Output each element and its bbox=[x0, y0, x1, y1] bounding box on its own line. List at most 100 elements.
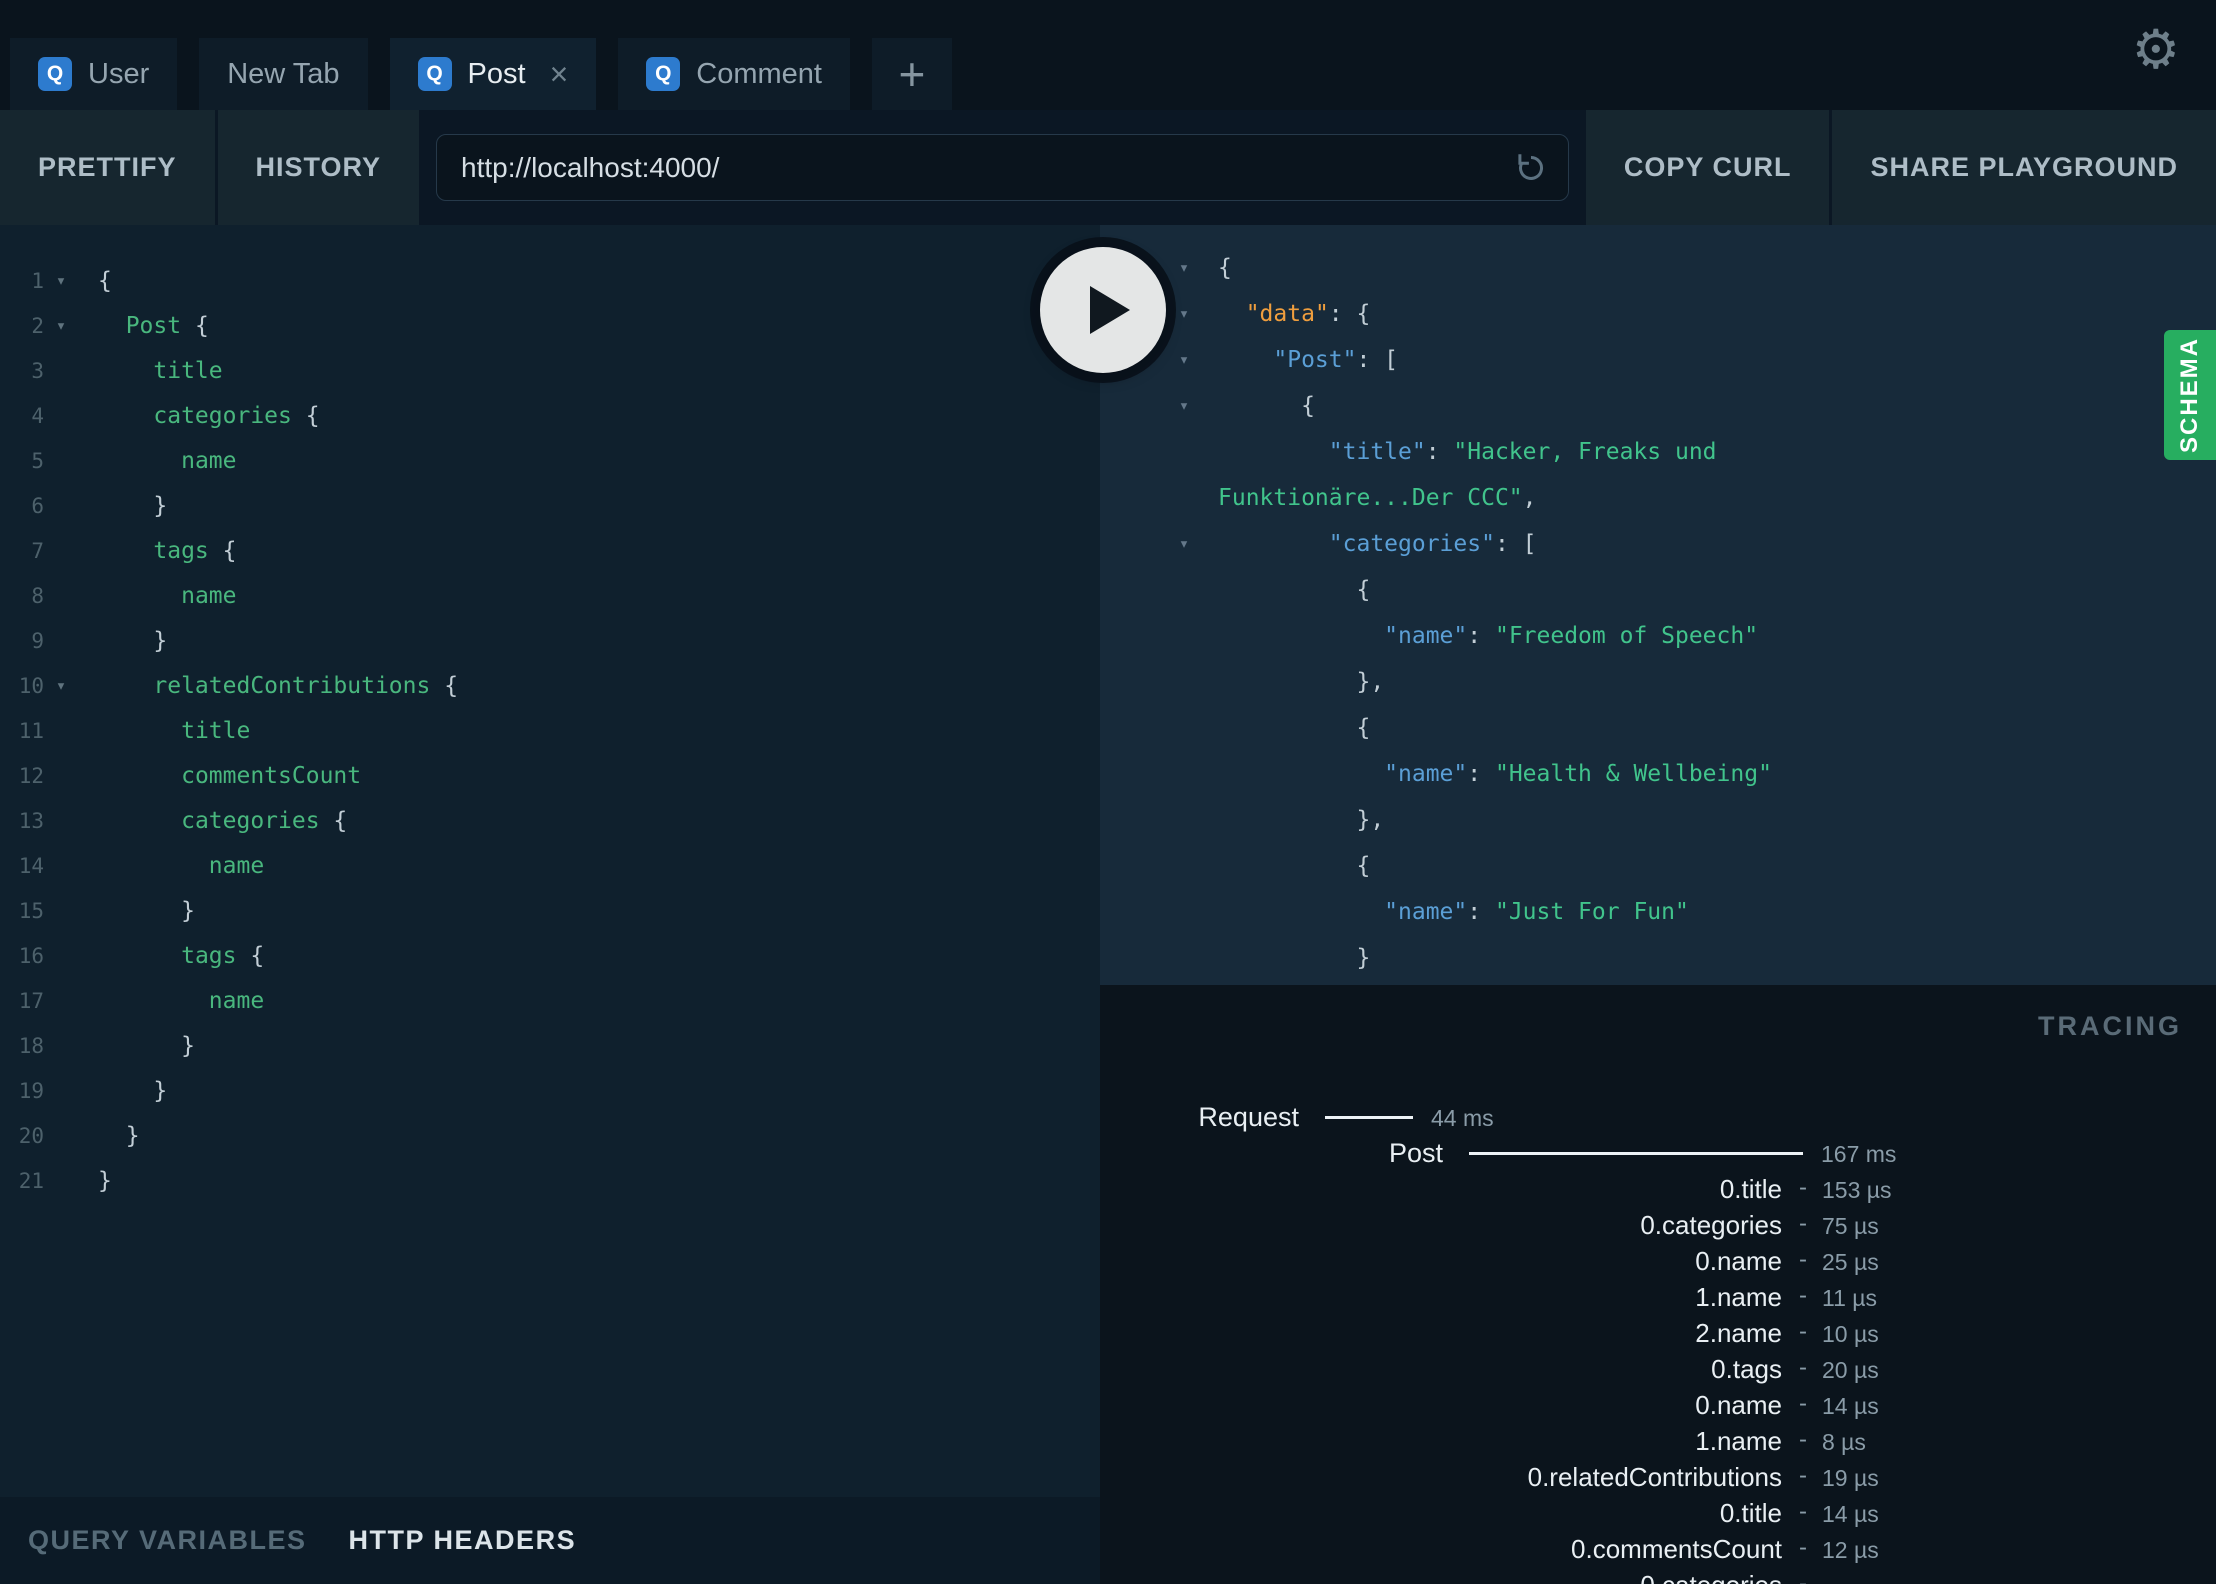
code-text: tags { bbox=[181, 943, 265, 969]
code-line: } bbox=[1100, 935, 2216, 981]
code-line: 15 } bbox=[0, 889, 1100, 934]
fold-gutter bbox=[1164, 429, 1204, 475]
tracing-rows: Request 44 ms Post 167 ms 0.title -153 µs 0.ca… bbox=[1100, 1099, 2216, 1584]
line-number: 20 bbox=[18, 1124, 44, 1148]
fold-gutter bbox=[1164, 797, 1204, 843]
trace-span-row: 1.name -8 µs bbox=[1100, 1423, 2216, 1459]
endpoint-url-input[interactable] bbox=[436, 134, 1569, 201]
fold-gutter bbox=[1164, 751, 1204, 797]
fold-arrow-icon[interactable]: ▾ bbox=[44, 304, 78, 349]
code-text: } bbox=[98, 1168, 112, 1194]
code-line: "name": "Freedom of Speech" bbox=[1100, 613, 2216, 659]
code-line: ▾ { bbox=[1100, 383, 2216, 429]
schema-side-tab[interactable]: SCHEMA bbox=[2164, 330, 2216, 460]
code-line: }, bbox=[1100, 797, 2216, 843]
trace-span-duration: 75 µs bbox=[1822, 1213, 1879, 1239]
fold-arrow-icon[interactable]: ▾ bbox=[1164, 337, 1204, 383]
code-text: } bbox=[98, 1033, 195, 1059]
settings-gear-icon[interactable]: ⚙ bbox=[2132, 18, 2180, 81]
code-text: tags { bbox=[153, 538, 237, 564]
code-text: relatedContributions { bbox=[153, 673, 459, 699]
fold-arrow-icon[interactable]: ▾ bbox=[1164, 521, 1204, 567]
fold-gutter bbox=[44, 1069, 78, 1114]
trace-timeline-bar bbox=[1469, 1152, 1803, 1155]
fold-arrow-icon[interactable]: ▾ bbox=[1164, 245, 1204, 291]
query-editor[interactable]: 1 ▾{2 ▾ Post {3 title 4 categories {5 name 6… bbox=[0, 225, 1100, 1497]
code-text: categories { bbox=[181, 808, 348, 834]
prettify-button[interactable]: PRETTIFY bbox=[0, 110, 215, 225]
code-text: } bbox=[98, 898, 195, 924]
copy-curl-button[interactable]: COPY CURL bbox=[1585, 110, 1830, 225]
line-number: 7 bbox=[31, 539, 44, 563]
code-text: } bbox=[98, 1078, 168, 1104]
code-text: { bbox=[98, 268, 112, 294]
code-text: commentsCount bbox=[181, 763, 362, 789]
trace-dash: - bbox=[1799, 1498, 1807, 1525]
query-variables-tab[interactable]: QUERY VARIABLES bbox=[28, 1525, 307, 1556]
tab-label: User bbox=[88, 57, 150, 90]
trace-span-duration: 10 µs bbox=[1822, 1321, 1879, 1347]
fold-gutter bbox=[1164, 843, 1204, 889]
tab-label: Post bbox=[467, 57, 526, 90]
code-text: "name": "Health & Wellbeing" bbox=[1384, 761, 1772, 787]
trace-span-label: Post bbox=[1388, 1138, 1443, 1168]
trace-span-row: 0.tags -20 µs bbox=[1100, 1351, 2216, 1387]
code-text: { bbox=[1218, 715, 1371, 741]
trace-span-label: 0.categories bbox=[1100, 1567, 1782, 1584]
fold-arrow-icon[interactable]: ▾ bbox=[44, 259, 78, 304]
reload-icon[interactable] bbox=[1513, 150, 1549, 186]
fold-gutter bbox=[1164, 889, 1204, 935]
fold-gutter bbox=[1164, 659, 1204, 705]
response-pane: ▾{▾ "data": {▾ "Post": [▾ { "title": "Ha… bbox=[1100, 225, 2216, 985]
tab-new-tab[interactable]: New Tab bbox=[199, 38, 368, 110]
trace-dash: - bbox=[1799, 1282, 1807, 1309]
trace-span-row: 0.title -14 µs bbox=[1100, 1495, 2216, 1531]
code-text: "name": "Just For Fun" bbox=[1384, 899, 1689, 925]
trace-dash: - bbox=[1799, 1174, 1807, 1201]
trace-span-row: 0.name -14 µs bbox=[1100, 1387, 2216, 1423]
tab-user[interactable]: Q User bbox=[10, 38, 178, 110]
code-text: Post { bbox=[125, 313, 209, 339]
code-text: }, bbox=[1218, 669, 1385, 695]
code-line: 14 name bbox=[0, 844, 1100, 889]
history-button[interactable]: HISTORY bbox=[217, 110, 420, 225]
code-line: 1 ▾ { bbox=[0, 259, 1100, 304]
tab-post[interactable]: Q Post × bbox=[389, 38, 597, 110]
add-tab-button[interactable]: + bbox=[871, 38, 952, 110]
tracing-panel: TRACING Request 44 ms Post 167 ms 0.title -15… bbox=[1100, 985, 2216, 1584]
code-text: title bbox=[181, 718, 251, 744]
fold-gutter bbox=[44, 619, 78, 664]
share-playground-button[interactable]: SHARE PLAYGROUND bbox=[1832, 110, 2216, 225]
code-line: "name": "Health & Wellbeing" bbox=[1100, 751, 2216, 797]
trace-span-duration: 167 ms bbox=[1821, 1141, 1897, 1167]
code-line: 4 categories { bbox=[0, 394, 1100, 439]
code-line: 6 } bbox=[0, 484, 1100, 529]
code-text: { bbox=[1218, 255, 1232, 281]
code-text: name bbox=[208, 853, 265, 879]
close-tab-icon[interactable]: × bbox=[550, 58, 569, 90]
trace-span-label: 0.categories bbox=[1640, 1210, 1782, 1240]
code-line: 19 } bbox=[0, 1069, 1100, 1114]
code-text: "Post": [ bbox=[1273, 347, 1399, 373]
fold-arrow-icon[interactable]: ▾ bbox=[1164, 383, 1204, 429]
line-number: 4 bbox=[31, 404, 44, 428]
fold-gutter bbox=[44, 889, 78, 934]
trace-dash: - bbox=[1799, 1390, 1807, 1417]
tab-comment[interactable]: Q Comment bbox=[618, 38, 850, 110]
line-number: 1 bbox=[31, 269, 44, 293]
trace-span-duration: 14 µs bbox=[1822, 1501, 1879, 1527]
fold-arrow-icon[interactable]: ▾ bbox=[44, 664, 78, 709]
trace-span-duration: 25 µs bbox=[1822, 1249, 1879, 1275]
line-number: 3 bbox=[31, 359, 44, 383]
code-line: { bbox=[1100, 567, 2216, 613]
trace-span-row: Post 167 ms bbox=[1100, 1135, 2216, 1171]
http-headers-tab[interactable]: HTTP HEADERS bbox=[349, 1525, 577, 1556]
code-line: 13 categories { bbox=[0, 799, 1100, 844]
fold-gutter bbox=[44, 439, 78, 484]
execute-query-button[interactable] bbox=[1040, 247, 1166, 373]
fold-arrow-icon[interactable]: ▾ bbox=[1164, 291, 1204, 337]
fold-gutter bbox=[44, 1024, 78, 1069]
trace-dash: - bbox=[1799, 1534, 1807, 1561]
fold-gutter bbox=[1164, 935, 1204, 981]
toolbar: PRETTIFY HISTORY COPY CURL SHARE PLAYGRO… bbox=[0, 110, 2216, 225]
